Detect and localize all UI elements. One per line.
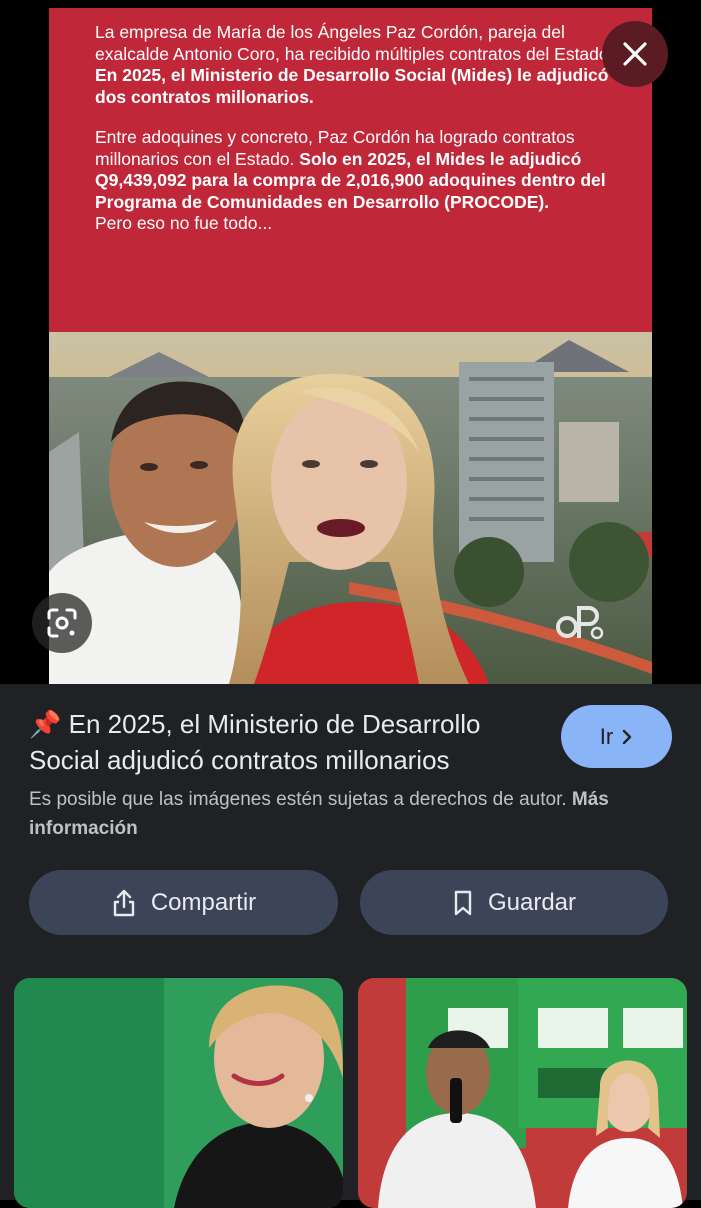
share-button-label: Compartir — [150, 888, 257, 916]
save-button[interactable]: Guardar — [360, 870, 668, 935]
paragraph-1-plain: La empresa de María de los Ángeles Paz C… — [95, 22, 614, 64]
bookmark-icon — [454, 890, 472, 915]
watermark-logo — [556, 606, 604, 640]
paragraph-1-bold: En 2025, el Ministerio de Desarrollo Soc… — [95, 65, 609, 107]
visit-button-label: Ir — [599, 723, 614, 749]
chevron-right-icon — [623, 729, 632, 744]
image-viewer: La empresa de María de los Ángeles Paz C… — [0, 0, 701, 684]
copyright-text: Es posible que las imágenes estén sujeta… — [29, 789, 567, 810]
lens-icon — [47, 608, 77, 638]
related-image-2[interactable] — [358, 978, 687, 1208]
share-button[interactable]: Compartir — [29, 870, 338, 935]
paragraph-2-tail: Pero eso no fue todo... — [95, 213, 273, 233]
visit-button[interactable]: Ir — [561, 705, 672, 768]
pin-icon: 📌 — [29, 709, 62, 739]
close-button[interactable] — [602, 21, 668, 87]
copyright-notice: Es posible que las imágenes estén sujeta… — [29, 785, 629, 843]
lens-search-button[interactable] — [32, 593, 92, 653]
paragraph-2: Entre adoquines y concreto, Paz Cordón h… — [95, 127, 615, 235]
save-button-label: Guardar — [487, 888, 577, 916]
panel-text: La empresa de María de los Ángeles Paz C… — [95, 22, 615, 254]
paragraph-1: La empresa de María de los Ángeles Paz C… — [95, 22, 615, 108]
main-image[interactable]: La empresa de María de los Ángeles Paz C… — [49, 8, 652, 684]
text-panel: La empresa de María de los Ángeles Paz C… — [49, 8, 652, 332]
result-title-text: En 2025, el Ministerio de Desarrollo Soc… — [29, 709, 481, 775]
result-panel: 📌 En 2025, el Ministerio de Desarrollo S… — [0, 684, 701, 1208]
share-icon — [113, 889, 135, 916]
result-title[interactable]: 📌 En 2025, el Ministerio de Desarrollo S… — [29, 706, 549, 778]
related-image-1[interactable] — [14, 978, 343, 1208]
close-icon — [623, 42, 647, 66]
